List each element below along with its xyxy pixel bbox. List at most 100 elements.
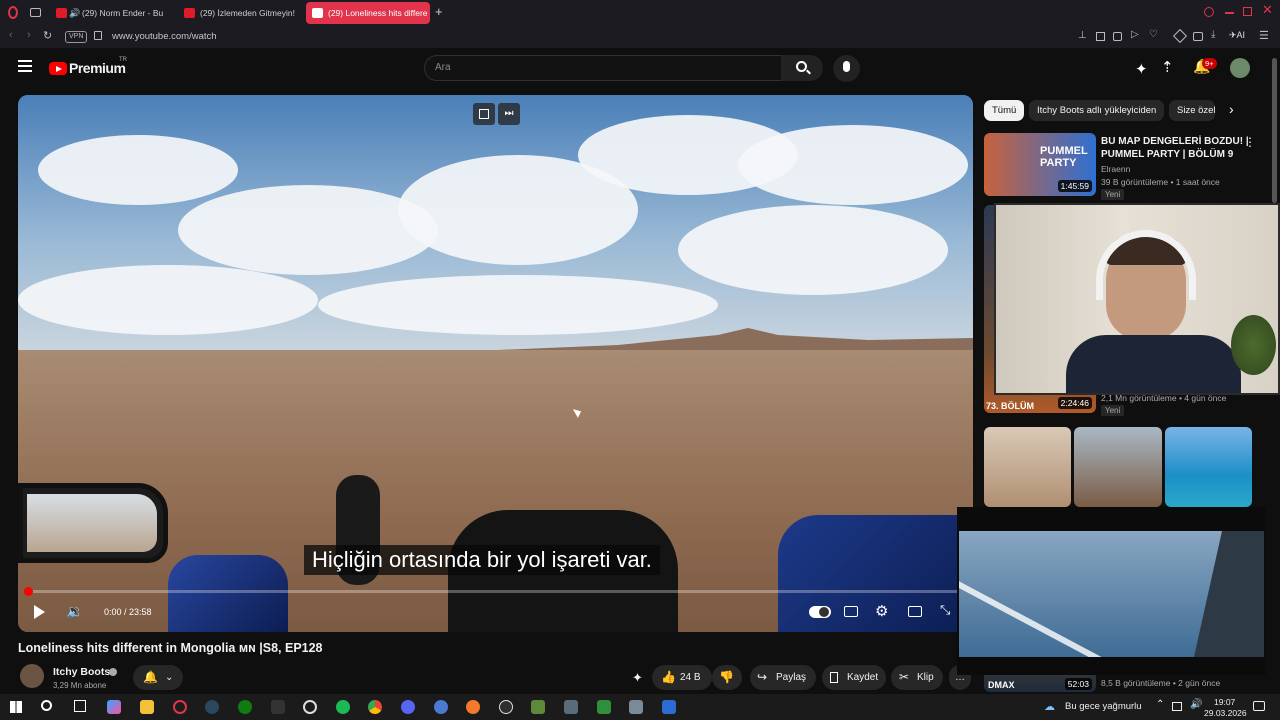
more-options-icon[interactable]: ⋮: [1244, 135, 1256, 149]
app-icon-gray[interactable]: [629, 700, 643, 714]
chip-all[interactable]: Tümü: [984, 100, 1025, 121]
clock-date[interactable]: 29.03.2026: [1204, 708, 1247, 718]
upload-icon[interactable]: ⇡: [1161, 58, 1174, 76]
theater-mode-icon[interactable]: [908, 606, 922, 617]
browser-tab-2[interactable]: (29) İzlemeden Gitmeyin!: [178, 2, 296, 24]
settings-gear-icon[interactable]: ⚙: [875, 602, 888, 620]
steam-icon[interactable]: [205, 700, 219, 714]
progress-bar[interactable]: [24, 587, 965, 596]
chip-for-you[interactable]: Size özel: [1169, 100, 1215, 121]
obs-icon[interactable]: [499, 700, 513, 714]
related-title-line-1[interactable]: BU MAP DENGELERİ BOZDU! |: [1101, 135, 1249, 148]
download-icon[interactable]: ⤓: [1211, 29, 1215, 40]
related-thumbnail-3[interactable]: [984, 427, 1071, 507]
new-tab-button[interactable]: +: [435, 4, 443, 19]
reload-icon[interactable]: ↻: [43, 29, 52, 42]
app-icon-blue[interactable]: [434, 700, 448, 714]
clock-time[interactable]: 19:07: [1214, 697, 1235, 707]
scrubber-handle[interactable]: [24, 587, 33, 596]
player-icon[interactable]: ▷: [1131, 29, 1139, 40]
dislike-button[interactable]: 👎: [712, 665, 742, 690]
spotify-icon[interactable]: [336, 700, 350, 714]
network-icon[interactable]: [1172, 702, 1182, 711]
video-player[interactable]: ⏭ Hiçliğin ortasında bir yol işareti var…: [18, 95, 973, 632]
miniplayer-overlay-button[interactable]: [473, 103, 495, 125]
create-icon[interactable]: ✦: [1135, 60, 1148, 78]
new-badge: Yeni: [1101, 405, 1125, 416]
chip-uploader[interactable]: Itchy Boots adlı yükleyiciden: [1029, 100, 1165, 121]
chips-next-icon[interactable]: ›: [1229, 101, 1234, 117]
close-window-button[interactable]: ✕: [1262, 2, 1273, 18]
opera-logo-icon[interactable]: [8, 6, 18, 19]
sidebar-scrollbar[interactable]: [1272, 58, 1277, 203]
menu-icon[interactable]: ☰: [1259, 29, 1269, 42]
notification-center-icon[interactable]: [1253, 701, 1265, 711]
copilot-icon[interactable]: [107, 700, 121, 714]
related-channel[interactable]: Elraenn: [1101, 164, 1130, 174]
weather-text[interactable]: Bu gece yağmurlu: [1065, 701, 1142, 712]
sparkle-icon[interactable]: ✦: [632, 670, 643, 686]
back-icon[interactable]: ‹: [9, 29, 13, 41]
app-icon-tb[interactable]: [662, 700, 676, 714]
app-icon-tools[interactable]: [564, 700, 578, 714]
vpn-badge[interactable]: VPN: [65, 31, 88, 43]
related-thumbnail-1[interactable]: PUMMEL PARTY 1:45:59: [984, 133, 1096, 196]
volume-tray-icon[interactable]: 🔊: [1190, 699, 1202, 710]
channel-avatar[interactable]: [20, 664, 44, 688]
forward-icon[interactable]: ›: [27, 29, 31, 41]
search-tabs-icon[interactable]: [1204, 7, 1214, 17]
channel-name[interactable]: Itchy Boots: [53, 666, 110, 678]
tray-chevron-icon[interactable]: ⌃: [1156, 699, 1164, 710]
heart-icon[interactable]: ♡: [1149, 29, 1158, 40]
workspaces-icon[interactable]: [30, 8, 41, 17]
browser-tab-1[interactable]: 🔊 (29) Norm Ender - Bu: [50, 2, 168, 24]
opera-taskbar-icon[interactable]: [173, 700, 187, 714]
share-icon: ↪: [757, 670, 768, 684]
file-explorer-icon[interactable]: [140, 700, 154, 714]
subscription-bell-button[interactable]: 🔔 ⌄: [133, 665, 183, 690]
epic-games-icon[interactable]: [271, 700, 285, 714]
url-field[interactable]: www.youtube.com/watch: [112, 31, 217, 42]
clip-button[interactable]: ✂ Klip: [891, 665, 943, 690]
like-button[interactable]: 👍 24 B: [652, 665, 712, 690]
taskbar-search-icon[interactable]: [41, 700, 52, 711]
related-thumbnail-4[interactable]: [1074, 427, 1162, 507]
extensions-icon[interactable]: [1172, 28, 1188, 44]
related-thumbnail-5[interactable]: [1165, 427, 1252, 507]
search-button[interactable]: [781, 55, 823, 81]
voice-search-button[interactable]: [833, 55, 860, 82]
xbox-icon[interactable]: [238, 700, 252, 714]
app-icon-green[interactable]: [597, 700, 611, 714]
verified-icon: [109, 668, 117, 676]
fullscreen-icon[interactable]: ⤡: [940, 602, 950, 618]
hamburger-menu-icon[interactable]: [18, 60, 32, 72]
share-button[interactable]: ↪ Paylaş: [750, 665, 816, 690]
windows-start-icon[interactable]: [10, 701, 22, 713]
blender-icon[interactable]: [466, 700, 480, 714]
snapshot-icon[interactable]: [1096, 32, 1105, 41]
adblock-icon[interactable]: [1113, 32, 1122, 41]
save-button[interactable]: Kaydet: [822, 665, 886, 690]
wallet-icon[interactable]: [1193, 32, 1203, 41]
browser-tab-3[interactable]: (29) Loneliness hits differe: [306, 2, 430, 24]
task-view-icon[interactable]: [74, 700, 86, 712]
volume-icon[interactable]: 🔉: [66, 603, 83, 620]
weather-icon[interactable]: ☁: [1044, 700, 1055, 713]
autoplay-toggle[interactable]: [809, 606, 831, 618]
related-title-line-2[interactable]: PUMMEL PARTY | BÖLÜM 9: [1101, 148, 1233, 161]
search-input[interactable]: Ara: [424, 55, 782, 81]
maximize-button[interactable]: [1243, 7, 1252, 16]
chrome-icon[interactable]: [368, 700, 382, 714]
next-overlay-button[interactable]: ⏭: [498, 103, 520, 125]
ai-button[interactable]: ✈AI: [1229, 30, 1245, 41]
subtitles-icon[interactable]: [844, 606, 858, 617]
lock-icon: [94, 31, 102, 40]
related-meta: 39 B görüntüleme • 1 saat önce: [1101, 177, 1220, 187]
minimize-button[interactable]: [1225, 12, 1234, 14]
discord-icon[interactable]: [401, 700, 415, 714]
app-icon-ring[interactable]: [303, 700, 317, 714]
minecraft-icon[interactable]: [531, 700, 545, 714]
account-avatar[interactable]: [1230, 58, 1250, 78]
play-button[interactable]: [34, 605, 45, 619]
pin-icon[interactable]: ⊥: [1078, 30, 1087, 41]
